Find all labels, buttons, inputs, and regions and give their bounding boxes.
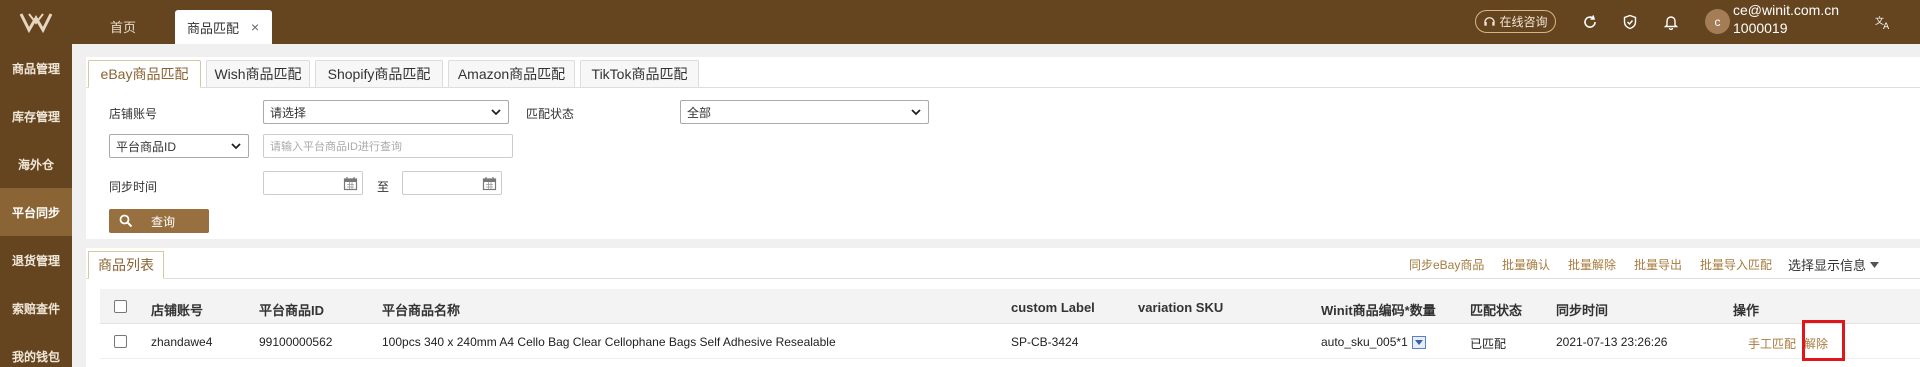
- sidebar-item-inventory[interactable]: 库存管理: [0, 92, 72, 140]
- headset-icon: [1484, 17, 1496, 26]
- match-status-label: 匹配状态: [526, 107, 575, 121]
- display-info-label: 选择显示信息: [1788, 258, 1867, 273]
- cell-platform-name: 100pcs 340 x 240mm A4 Cello Bag Clear Ce…: [382, 335, 836, 349]
- tab-shopify-match[interactable]: Shopify商品匹配: [315, 60, 443, 88]
- col-custom-label: custom Label: [1011, 300, 1095, 315]
- chevron-down-icon: [231, 143, 241, 150]
- tab-label: 商品匹配: [187, 20, 240, 36]
- bell-icon[interactable]: [1661, 12, 1681, 32]
- tab-tiktok-match[interactable]: TikTok商品匹配: [580, 60, 699, 88]
- batch-unbind-link[interactable]: 批量解除: [1568, 256, 1616, 273]
- batch-import-match-link[interactable]: 批量导入匹配: [1700, 256, 1772, 273]
- sync-time-label: 同步时间: [109, 180, 158, 194]
- sync-end-date[interactable]: [402, 171, 502, 195]
- cell-custom-label: SP-CB-3424: [1011, 335, 1079, 349]
- col-sync-time: 同步时间: [1556, 303, 1609, 318]
- id-type-value: 平台商品ID: [116, 139, 177, 154]
- online-consult-button[interactable]: 在线咨询: [1475, 10, 1556, 33]
- manual-match-link[interactable]: 手工匹配: [1748, 335, 1796, 352]
- sidebar-item-product[interactable]: 商品管理: [0, 44, 72, 92]
- sync-ebay-products-link[interactable]: 同步eBay商品: [1409, 256, 1484, 273]
- batch-confirm-link[interactable]: 批量确认: [1502, 256, 1550, 273]
- winit-logo[interactable]: [0, 0, 72, 44]
- tab-amazon-match[interactable]: Amazon商品匹配: [448, 60, 575, 88]
- match-status-value: 全部: [687, 105, 712, 120]
- product-list-panel: 商品列表 同步eBay商品 批量确认 批量解除 批量导出 批量导入匹配 选择显示…: [86, 248, 1920, 367]
- chevron-down-icon: [491, 109, 501, 116]
- col-variation-sku: variation SKU: [1138, 300, 1224, 315]
- sidebar-item-returns[interactable]: 退货管理: [0, 236, 72, 284]
- language-icon[interactable]: 文A: [1873, 12, 1893, 32]
- table-row: zhandawe4 99100000562 100pcs 340 x 240mm…: [100, 320, 1920, 361]
- top-bar: 首页 商品匹配 × 在线咨询 c ce@winit.com.cn 1000019…: [0, 0, 1920, 44]
- store-account-value: 请选择: [270, 105, 307, 120]
- store-account-label: 店铺账号: [109, 107, 158, 121]
- user-email[interactable]: ce@winit.com.cn: [1733, 2, 1839, 19]
- calendar-icon: [343, 177, 358, 191]
- col-platform-id: 平台商品ID: [259, 303, 325, 318]
- unbind-link[interactable]: 解除: [1804, 335, 1828, 352]
- sidebar-item-overseas-warehouse[interactable]: 海外仓: [0, 140, 72, 188]
- product-list-title[interactable]: 商品列表: [88, 251, 164, 279]
- tab-home[interactable]: 首页: [86, 8, 160, 44]
- shield-icon[interactable]: [1620, 12, 1640, 32]
- winit-sku-value: auto_sku_005*1: [1321, 335, 1408, 349]
- user-id[interactable]: 1000019: [1733, 20, 1788, 37]
- tab-wish-match[interactable]: Wish商品匹配: [206, 60, 310, 88]
- platform-id-input[interactable]: 请输入平台商品ID进行查询: [263, 134, 513, 158]
- col-match-status: 匹配状态: [1470, 303, 1523, 318]
- tab-ebay-match[interactable]: eBay商品匹配: [88, 60, 201, 88]
- row-checkbox[interactable]: [114, 335, 127, 348]
- sidebar-item-wallet[interactable]: 我的钱包: [0, 332, 72, 367]
- match-status-select[interactable]: 全部: [680, 100, 929, 124]
- table-header: 店铺账号 平台商品ID 平台商品名称 custom Label variatio…: [100, 289, 1920, 324]
- sku-dropdown-icon[interactable]: [1411, 336, 1426, 350]
- tab-product-match[interactable]: 商品匹配 ×: [175, 10, 272, 44]
- store-account-select[interactable]: 请选择: [263, 100, 509, 124]
- cell-match-status: 已匹配: [1470, 337, 1507, 351]
- divider: [86, 278, 1920, 279]
- to-label: 至: [377, 180, 390, 194]
- svg-text:A: A: [1883, 22, 1890, 30]
- sidebar-item-platform-sync[interactable]: 平台同步: [0, 188, 72, 236]
- display-info-dropdown[interactable]: 选择显示信息: [1788, 255, 1880, 274]
- close-icon[interactable]: ×: [251, 19, 259, 35]
- sidebar-item-claims[interactable]: 索赔查件: [0, 284, 72, 332]
- avatar[interactable]: c: [1705, 9, 1730, 34]
- calendar-icon: [482, 177, 497, 191]
- sidebar: 商品管理 库存管理 海外仓 平台同步 退货管理 索赔查件 我的钱包: [0, 44, 72, 367]
- filter-panel: eBay商品匹配 Wish商品匹配 Shopify商品匹配 Amazon商品匹配…: [86, 57, 1920, 239]
- cell-sync-time: 2021-07-13 23:26:26: [1556, 335, 1668, 349]
- sync-start-date[interactable]: [263, 171, 363, 195]
- search-label: 查询: [151, 214, 176, 229]
- select-all-checkbox[interactable]: [114, 300, 127, 313]
- col-store: 店铺账号: [151, 303, 204, 318]
- caret-down-icon: [1870, 261, 1880, 268]
- id-type-select[interactable]: 平台商品ID: [109, 134, 249, 158]
- search-icon: [119, 214, 133, 228]
- col-platform-name: 平台商品名称: [382, 303, 461, 318]
- search-button[interactable]: 查询: [109, 209, 209, 233]
- batch-export-link[interactable]: 批量导出: [1634, 256, 1682, 273]
- cell-winit-sku: auto_sku_005*1: [1321, 335, 1426, 350]
- online-consult-label: 在线咨询: [1499, 15, 1548, 29]
- chevron-down-icon: [911, 109, 921, 116]
- col-winit-sku: Winit商品编码*数量: [1321, 303, 1436, 318]
- cell-platform-id: 99100000562: [259, 335, 333, 349]
- col-operation: 操作: [1733, 303, 1760, 318]
- cell-store: zhandawe4: [151, 335, 213, 349]
- refresh-icon[interactable]: [1580, 12, 1600, 32]
